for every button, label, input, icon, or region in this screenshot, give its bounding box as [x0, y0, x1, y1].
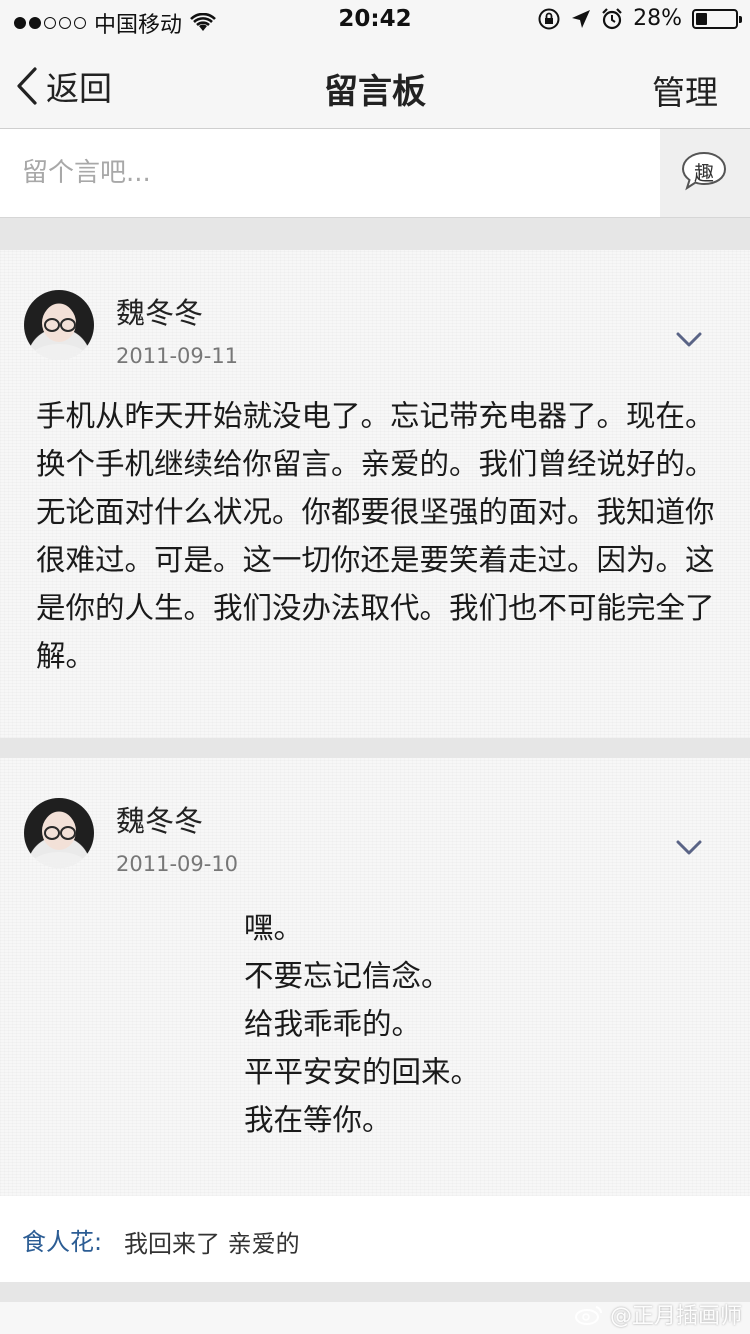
avatar[interactable] [24, 290, 94, 360]
watermark: @正月插画师 [574, 1298, 742, 1330]
reply-author[interactable]: 食人花: [22, 1222, 102, 1257]
message-input[interactable] [0, 129, 660, 217]
reply-separator: : [94, 1228, 103, 1256]
status-bar: 中国移动 20:42 28% [0, 0, 750, 40]
rotation-lock-icon [538, 8, 560, 29]
message-line: 不要忘记信念。 [244, 959, 451, 993]
message-lines: 嘿。 不要忘记信念。 给我乖乖的。 平平安安的回来。 我在等你。 [244, 904, 480, 1144]
page-title: 留言板 [324, 72, 426, 112]
message-line: 给我乖乖的。 [244, 1007, 422, 1041]
chevron-down-icon[interactable] [676, 840, 702, 856]
weibo-logo-icon [574, 1306, 602, 1325]
fun-button-area: 趣 [660, 129, 750, 217]
reply-text: 我回来了 亲爱的 [124, 1230, 300, 1258]
message-date: 2011-09-10 [116, 852, 239, 876]
author-name[interactable]: 魏冬冬 [116, 798, 203, 840]
alarm-icon [602, 7, 622, 29]
chevron-down-icon[interactable] [676, 332, 702, 348]
message-text: 手机从昨天开始就没电了。忘记带充电器了。现在。换个手机继续给你留言。亲爱的。我们… [36, 399, 715, 673]
nav-bar: 返回 留言板 管理 [0, 40, 750, 129]
avatar[interactable] [24, 798, 94, 868]
message-line: 平平安安的回来。 [244, 1055, 481, 1089]
status-right: 28% [537, 6, 742, 31]
author-name[interactable]: 魏冬冬 [116, 290, 203, 332]
manage-button[interactable]: 管理 [652, 66, 718, 114]
location-arrow-icon [572, 9, 591, 28]
battery-percent: 28% [633, 6, 682, 31]
battery-icon [692, 8, 742, 29]
fun-button[interactable]: 趣 [681, 151, 727, 191]
message-date: 2011-09-11 [116, 344, 239, 368]
reply-row[interactable]: 食人花: 我回来了 亲爱的 [0, 1196, 750, 1282]
message-card: 魏冬冬 2011-09-10 嘿。 不要忘记信念。 给我乖乖的。 平平安安的回来… [0, 758, 750, 1196]
message-card: 魏冬冬 2011-09-11 手机从昨天开始就没电了。忘记带充电器了。现在。换个… [0, 250, 750, 738]
message-line: 嘿。 [244, 911, 304, 945]
message-composer: 趣 [0, 129, 750, 218]
message-line: 我在等你。 [244, 1103, 392, 1137]
watermark-text: @正月插画师 [609, 1304, 742, 1329]
fun-button-label: 趣 [694, 161, 714, 185]
